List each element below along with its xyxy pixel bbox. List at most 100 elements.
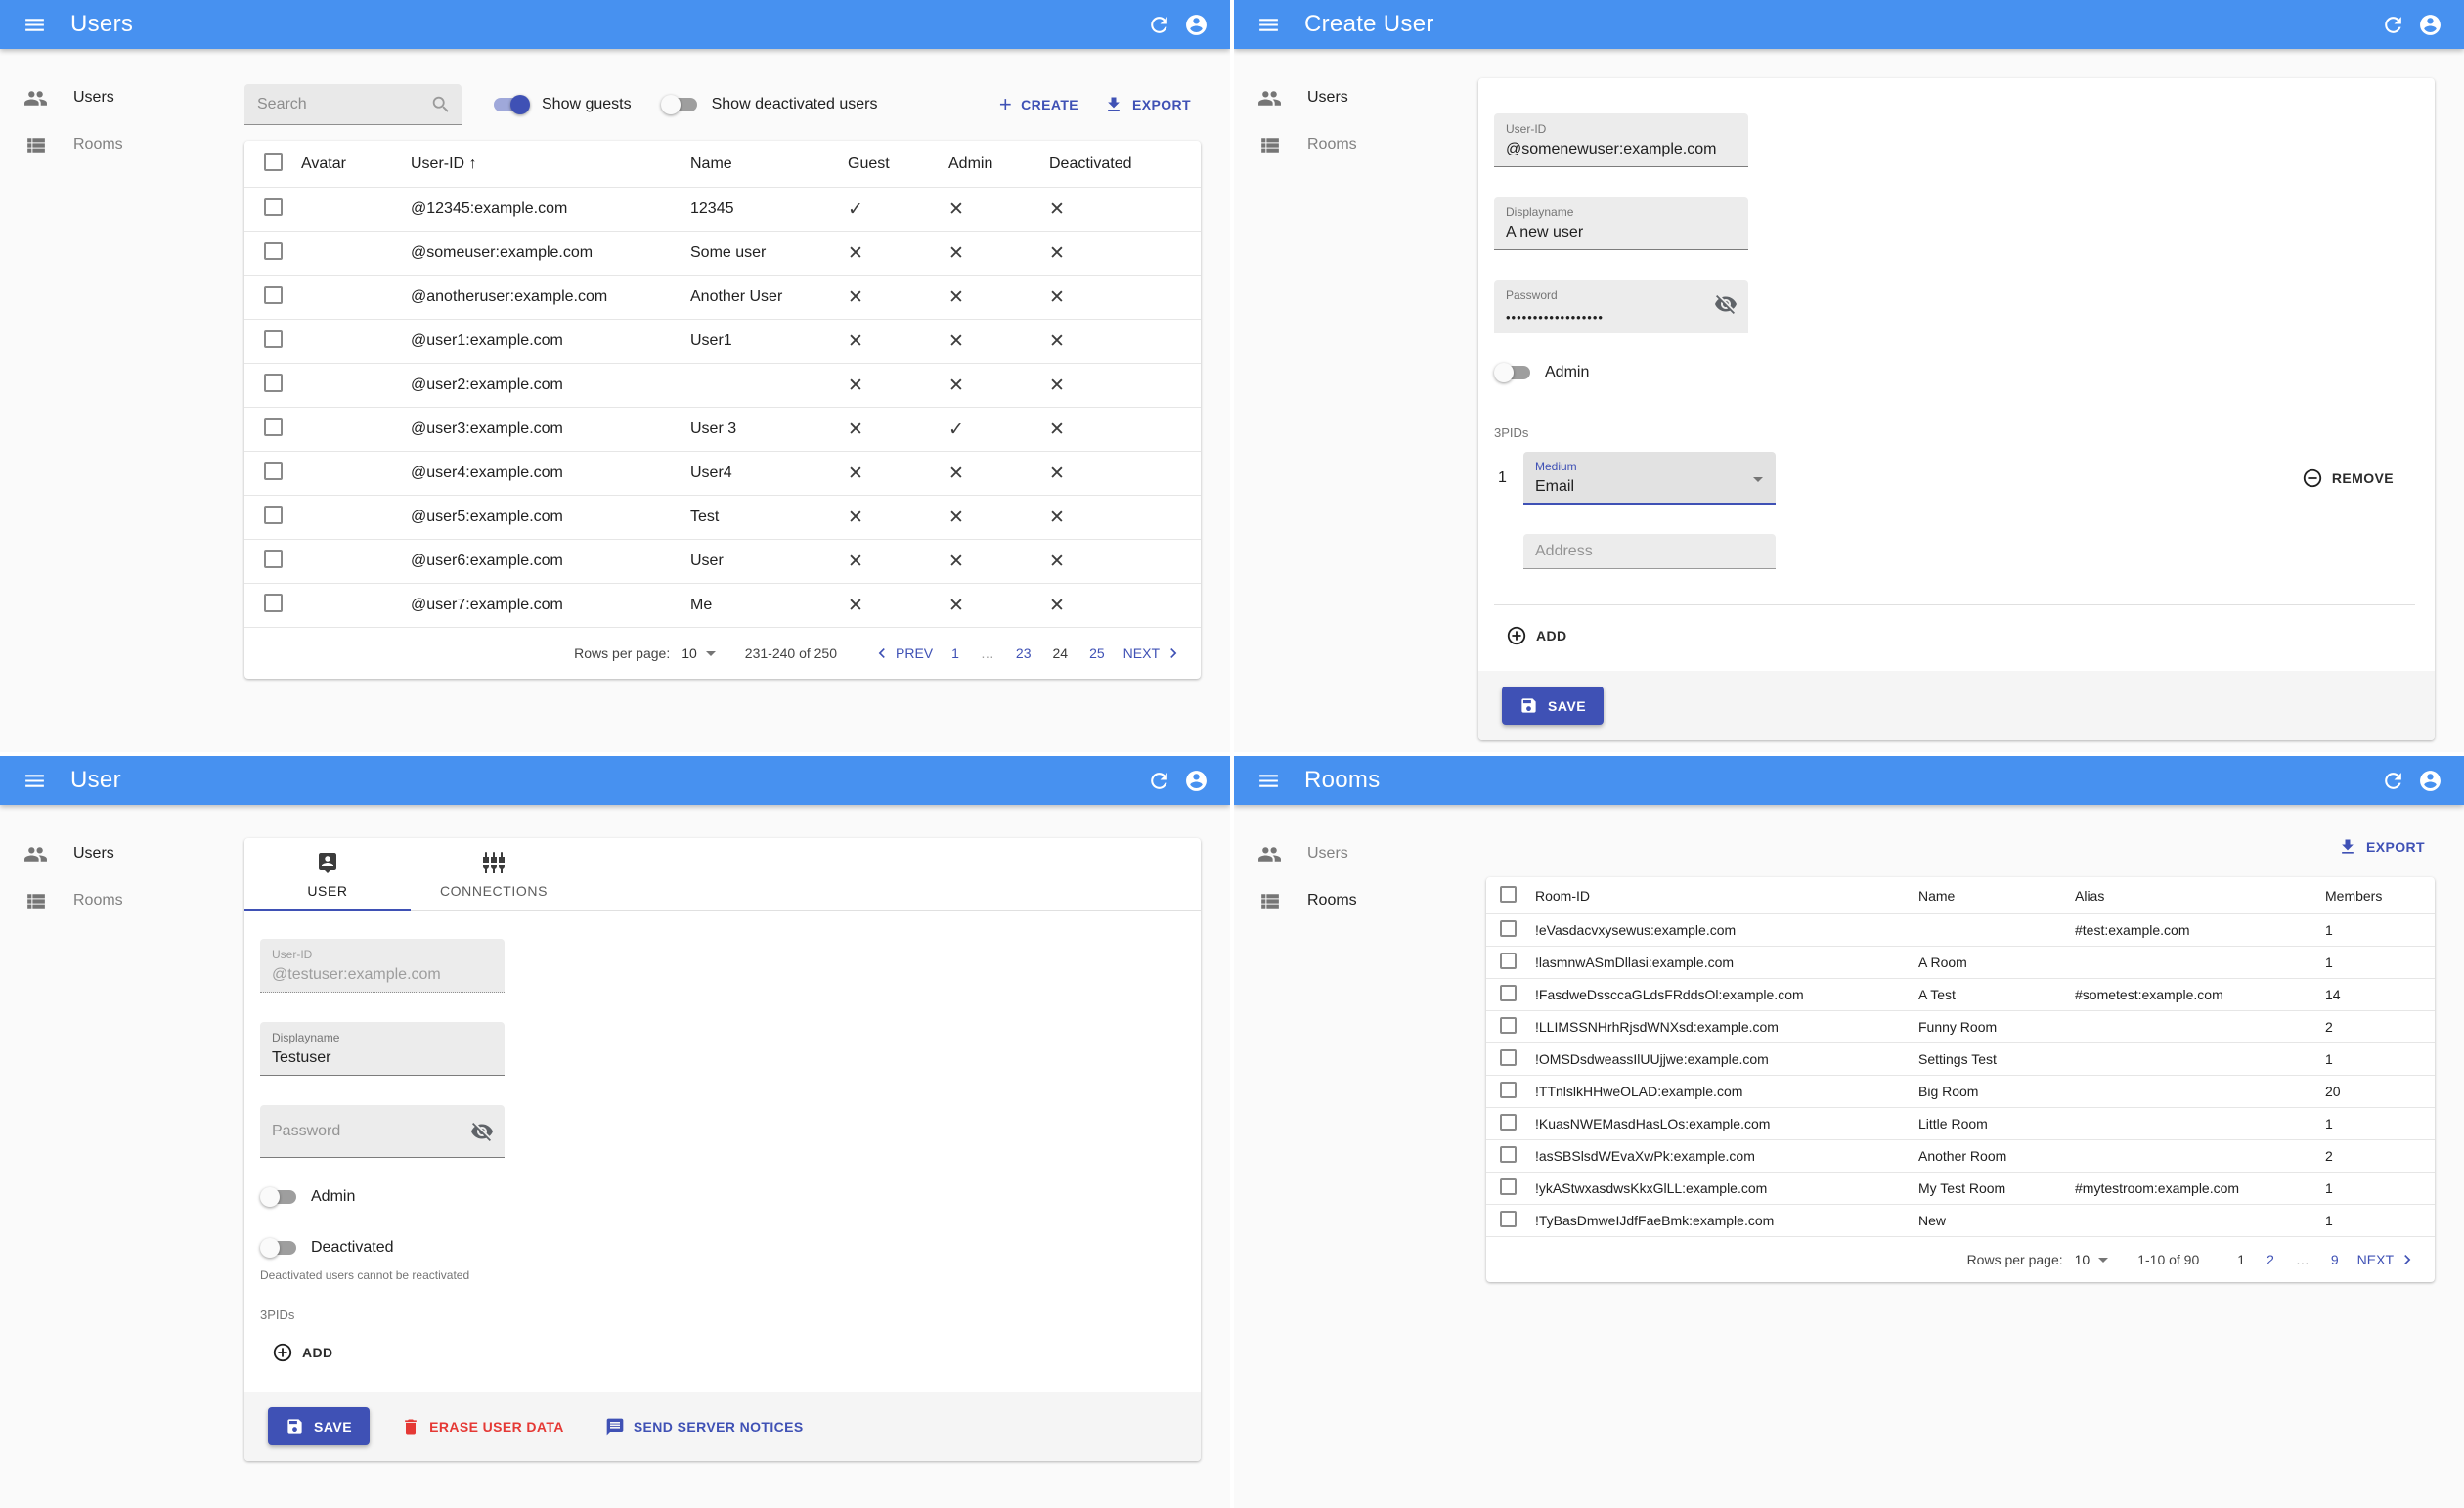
table-row[interactable]: @user7:example.com Me ✕ ✕ ✕ — [244, 584, 1201, 628]
search-field[interactable] — [244, 84, 462, 125]
table-row[interactable]: !KuasNWEMasdHasLOs:example.com Little Roo… — [1486, 1108, 2435, 1140]
table-row[interactable]: !asSBSlsdWEvaXwPk:example.com Another Roo… — [1486, 1140, 2435, 1173]
sidebar-item-users[interactable]: Users — [0, 830, 244, 877]
rows-per-page-select[interactable]: 10 — [2075, 1252, 2109, 1267]
page-button[interactable]: 1 — [941, 640, 970, 667]
admin-switch[interactable] — [1494, 361, 1533, 384]
table-row[interactable]: !lasmnwASmDllasi:example.com A Room 1 — [1486, 947, 2435, 979]
row-checkbox[interactable] — [1500, 1146, 1517, 1163]
row-checkbox[interactable] — [264, 506, 283, 524]
next-page-button[interactable]: NEXT — [2350, 1244, 2425, 1275]
menu-icon[interactable] — [1250, 6, 1287, 43]
page-button[interactable]: 23 — [1005, 640, 1042, 667]
add-threepid-button[interactable]: ADD — [1496, 618, 1577, 653]
next-page-button[interactable]: NEXT — [1116, 638, 1191, 669]
table-row[interactable]: @user6:example.com User ✕ ✕ ✕ — [244, 540, 1201, 584]
menu-icon[interactable] — [16, 762, 53, 799]
page-button[interactable]: 9 — [2320, 1246, 2350, 1273]
tab-connections[interactable]: CONNECTIONS — [411, 838, 577, 910]
sidebar-item-rooms[interactable]: Rooms — [1234, 121, 1478, 168]
select-all-checkbox[interactable] — [1500, 885, 1517, 903]
row-checkbox[interactable] — [1500, 985, 1517, 1001]
user-id-field[interactable]: User-ID @somenewuser:example.com — [1494, 113, 1748, 167]
account-icon[interactable] — [1177, 6, 1214, 43]
column-header-alias[interactable]: Alias — [2075, 888, 2325, 904]
medium-select[interactable]: Medium Email — [1523, 452, 1776, 505]
row-checkbox[interactable] — [264, 418, 283, 436]
account-icon[interactable] — [2411, 6, 2448, 43]
row-checkbox[interactable] — [1500, 1114, 1517, 1131]
create-button[interactable]: + CREATE — [990, 90, 1088, 119]
admin-toggle[interactable]: Admin — [260, 1185, 1185, 1209]
page-button[interactable]: 25 — [1078, 640, 1116, 667]
row-checkbox[interactable] — [1500, 1178, 1517, 1195]
save-button[interactable]: SAVE — [1502, 687, 1605, 725]
row-checkbox[interactable] — [264, 462, 283, 480]
deactivated-toggle[interactable]: Deactivated — [260, 1236, 1185, 1260]
password-field[interactable]: Password — [260, 1105, 505, 1158]
table-row[interactable]: !LLIMSSNHrhRjsdWNXsd:example.com Funny Ro… — [1486, 1011, 2435, 1043]
send-server-notices-button[interactable]: SEND SERVER NOTICES — [595, 1410, 814, 1443]
refresh-icon[interactable] — [1140, 762, 1177, 799]
row-checkbox[interactable] — [1500, 953, 1517, 969]
table-row[interactable]: @anotheruser:example.com Another User ✕ ✕ ✕ — [244, 276, 1201, 320]
refresh-icon[interactable] — [2374, 762, 2411, 799]
refresh-icon[interactable] — [2374, 6, 2411, 43]
column-header-user-id[interactable]: User-ID ↑ — [411, 155, 690, 173]
rows-per-page-select[interactable]: 10 — [682, 645, 716, 661]
row-checkbox[interactable] — [1500, 1017, 1517, 1034]
page-button[interactable]: 2 — [2256, 1246, 2285, 1273]
select-all-checkbox[interactable] — [264, 152, 283, 171]
row-checkbox[interactable] — [1500, 1211, 1517, 1227]
row-checkbox[interactable] — [264, 286, 283, 304]
erase-user-data-button[interactable]: ERASE USER DATA — [391, 1410, 574, 1443]
remove-threepid-button[interactable]: REMOVE — [2292, 461, 2403, 496]
row-checkbox[interactable] — [264, 594, 283, 612]
menu-icon[interactable] — [1250, 762, 1287, 799]
row-checkbox[interactable] — [264, 374, 283, 392]
table-row[interactable]: @12345:example.com 12345 ✓ ✕ ✕ — [244, 188, 1201, 232]
table-row[interactable]: !FasdweDssccaGLdsFRddsOl:example.com A Te… — [1486, 979, 2435, 1011]
address-field[interactable]: Address — [1523, 534, 1776, 569]
refresh-icon[interactable] — [1140, 6, 1177, 43]
sidebar-item-users[interactable]: Users — [1234, 74, 1478, 121]
table-row[interactable]: @user4:example.com User4 ✕ ✕ ✕ — [244, 452, 1201, 496]
export-button[interactable]: EXPORT — [1094, 88, 1201, 121]
search-input[interactable] — [257, 95, 430, 113]
table-row[interactable]: @user3:example.com User 3 ✕ ✓ ✕ — [244, 408, 1201, 452]
sidebar-item-rooms[interactable]: Rooms — [1234, 877, 1478, 924]
table-row[interactable]: @user2:example.com ✕ ✕ ✕ — [244, 364, 1201, 408]
menu-icon[interactable] — [16, 6, 53, 43]
column-header-room-id[interactable]: Room-ID — [1535, 888, 1918, 904]
table-row[interactable]: !ykAStwxasdwsKkxGlLL:example.com My Test … — [1486, 1173, 2435, 1205]
export-button[interactable]: EXPORT — [2328, 830, 2435, 864]
row-checkbox[interactable] — [1500, 1082, 1517, 1098]
sidebar-item-rooms[interactable]: Rooms — [0, 877, 244, 924]
table-row[interactable]: @user1:example.com User1 ✕ ✕ ✕ — [244, 320, 1201, 364]
table-row[interactable]: !TTnlslkHHweOLAD:example.com Big Room 20 — [1486, 1076, 2435, 1108]
deactivated-switch[interactable] — [260, 1236, 299, 1260]
show-guests-switch[interactable] — [491, 93, 530, 116]
sidebar-item-users[interactable]: Users — [0, 74, 244, 121]
row-checkbox[interactable] — [1500, 920, 1517, 937]
table-row[interactable]: @someuser:example.com Some user ✕ ✕ ✕ — [244, 232, 1201, 276]
table-row[interactable]: !TyBasDmweIJdfFaeBmk:example.com New 1 — [1486, 1205, 2435, 1237]
displayname-field[interactable]: Displayname A new user — [1494, 197, 1748, 250]
admin-toggle[interactable]: Admin — [1494, 361, 2415, 384]
row-checkbox[interactable] — [264, 242, 283, 260]
show-deactivated-toggle[interactable]: Show deactivated users — [660, 93, 877, 116]
account-icon[interactable] — [2411, 762, 2448, 799]
save-button[interactable]: SAVE — [268, 1407, 371, 1445]
account-icon[interactable] — [1177, 762, 1214, 799]
password-field[interactable]: Password •••••••••••••••••• — [1494, 280, 1748, 333]
displayname-field[interactable]: Displayname Testuser — [260, 1022, 505, 1076]
show-guests-toggle[interactable]: Show guests — [491, 93, 632, 116]
sidebar-item-users[interactable]: Users — [1234, 830, 1478, 877]
sidebar-item-rooms[interactable]: Rooms — [0, 121, 244, 168]
row-checkbox[interactable] — [264, 330, 283, 348]
column-header-members[interactable]: Members — [2325, 888, 2435, 904]
admin-switch[interactable] — [260, 1185, 299, 1209]
add-threepid-button[interactable]: ADD — [262, 1335, 343, 1370]
table-row[interactable]: @user5:example.com Test ✕ ✕ ✕ — [244, 496, 1201, 540]
visibility-off-icon[interactable] — [470, 1120, 494, 1143]
